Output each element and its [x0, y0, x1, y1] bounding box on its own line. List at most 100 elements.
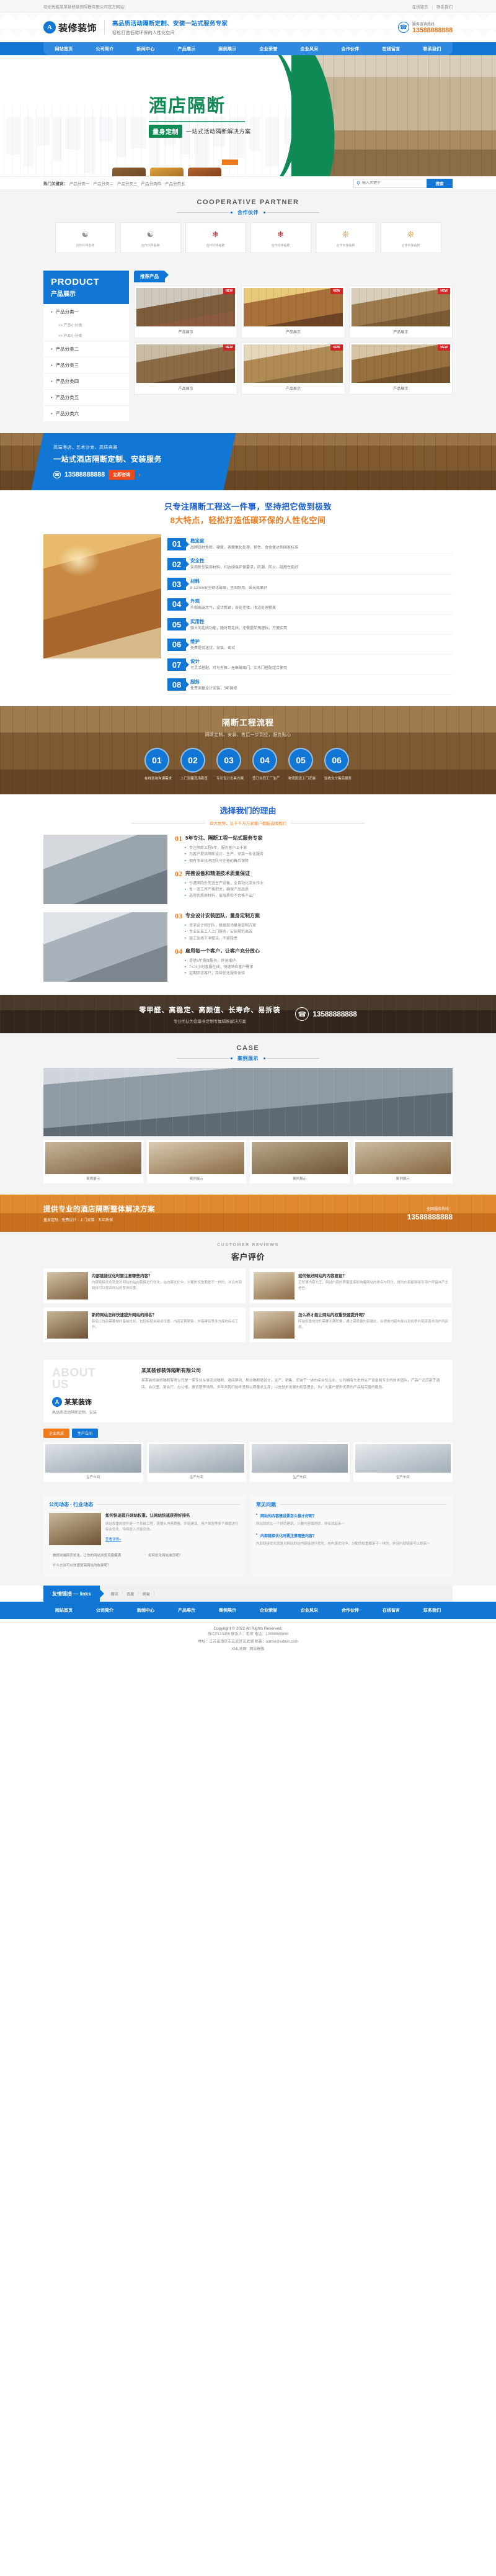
category-label[interactable]: 产品分类三	[43, 357, 129, 373]
hero-subtitle: 一站式活动隔断解决方案	[186, 128, 251, 135]
footer-nav-about[interactable]: 公司简介	[96, 1607, 113, 1613]
search-input[interactable]	[361, 181, 427, 185]
product-tab-recommended[interactable]: 推荐产品	[134, 271, 169, 282]
process-step[interactable]: 02 上门测量现场勘查	[180, 748, 208, 781]
friend-link-tencent[interactable]: 腾讯	[111, 1591, 118, 1597]
testimonial-image	[254, 1311, 294, 1339]
nav-item-about[interactable]: 公司简介	[95, 46, 113, 52]
faq-column-title: 常见问题	[256, 1502, 276, 1508]
why-point: 拥有专业技术团队与完善的售后保障	[185, 858, 453, 864]
partner-card[interactable]: ❊ 合作伙伴名称	[380, 222, 441, 253]
faq-question[interactable]: 内部链接优化时要注意哪些内容？	[256, 1533, 447, 1538]
footer-nav-message[interactable]: 在线留言	[383, 1607, 400, 1613]
category-label[interactable]: 产品分类四	[43, 374, 129, 389]
footer-nav-partners[interactable]: 合作伙伴	[342, 1607, 359, 1613]
feature-item: 05 实用性 强大的走线功能，随时可走线，无需提前预埋线，方便实用	[167, 615, 453, 635]
footer-nav-style[interactable]: 企业风采	[301, 1607, 318, 1613]
product-card[interactable]: NEW 产品展示	[134, 342, 238, 395]
feature-item: 08 服务 免费测量设计安装，5年保修	[167, 675, 453, 696]
product-category[interactable]: 产品分类三	[43, 357, 129, 374]
process-step[interactable]: 06 验收交付售后服务	[324, 748, 352, 781]
gallery-card[interactable]: 生产车间	[250, 1442, 350, 1483]
news-more-link[interactable]: 查看详情+	[105, 1537, 121, 1542]
case-card[interactable]: 案例展示	[353, 1140, 453, 1184]
product-category[interactable]: 产品分类一 >> 产品小分类 >> 产品小分类	[43, 304, 129, 341]
gallery-card[interactable]: 生产车间	[353, 1442, 453, 1483]
product-category[interactable]: 产品分类二	[43, 341, 129, 357]
nav-item-contact[interactable]: 联系我们	[423, 46, 441, 52]
subcategory-label[interactable]: >> 产品小分类	[43, 320, 129, 330]
news-featured[interactable]: 如何快速提升网站权重，让网站快速获得好排名 网站权重的提升是一个系统工程，需要从…	[49, 1513, 240, 1546]
keyword-link-1[interactable]: 产品分类一	[69, 180, 90, 186]
process-step[interactable]: 04 签订合同工厂生产	[252, 748, 280, 781]
product-caption: 产品展示	[178, 331, 193, 334]
product-category[interactable]: 产品分类四	[43, 374, 129, 390]
keyword-link-3[interactable]: 产品分类三	[117, 180, 138, 186]
keyword-link-2[interactable]: 产品分类二	[94, 180, 114, 186]
testimonial-card[interactable]: 怎么样才能让网站的权重快速提升呢？ 网站权重的提升需要长期积累，通过高质量内容输…	[250, 1308, 452, 1343]
partner-card[interactable]: ☯ 合作伙伴名称	[55, 222, 116, 253]
case-card[interactable]: 案例展示	[250, 1140, 350, 1184]
faq-question[interactable]: 网站的内容建设要怎么做才好呢？	[256, 1513, 447, 1519]
process-step[interactable]: 03 专业设计出具方案	[216, 748, 244, 781]
case-featured-image[interactable]	[43, 1068, 453, 1137]
about-tab-style[interactable]: 企业风采	[43, 1429, 70, 1438]
partner-card[interactable]: ☯ 合作伙伴名称	[120, 222, 181, 253]
search-field[interactable]: ⚲	[353, 178, 427, 188]
process-step[interactable]: 01 在线咨询沟通需求	[144, 748, 172, 781]
product-card[interactable]: NEW 产品展示	[348, 285, 453, 338]
product-category[interactable]: 产品分类六	[43, 406, 129, 422]
about-tab-workshop[interactable]: 生产车间	[72, 1429, 99, 1438]
process-step[interactable]: 05 物流配送上门安装	[288, 748, 316, 781]
product-card[interactable]: NEW 产品展示	[241, 285, 345, 338]
partner-card[interactable]: ❄ 合作伙伴名称	[185, 222, 246, 253]
subcategory-label[interactable]: >> 产品小分类	[43, 330, 129, 341]
footer-nav-contact[interactable]: 联系我们	[423, 1607, 441, 1613]
news-link[interactable]: 如何优化网站单页呢？	[144, 1550, 240, 1560]
footer-nav-cases[interactable]: 案例展示	[219, 1607, 236, 1613]
footer-nav-honors[interactable]: 企业荣誉	[260, 1607, 277, 1613]
case-card[interactable]: 案例展示	[43, 1140, 143, 1184]
friend-link-baidu[interactable]: 百度	[126, 1591, 134, 1597]
gallery-card[interactable]: 生产车间	[146, 1442, 246, 1483]
keyword-link-4[interactable]: 产品分类四	[141, 180, 162, 186]
case-card[interactable]: 案例展示	[146, 1140, 246, 1184]
news-link[interactable]: 什么方法可以快速提高网站的收录呢？	[49, 1560, 144, 1570]
nav-item-message[interactable]: 在线留言	[382, 46, 400, 52]
footer-xml-map-link[interactable]: XML地图	[231, 1648, 246, 1651]
category-label[interactable]: 产品分类二	[43, 341, 129, 357]
nav-item-home[interactable]: 网站首页	[55, 46, 73, 52]
topbar-link-message[interactable]: 在线留言	[412, 5, 428, 9]
logo[interactable]: A 装修装饰	[43, 21, 97, 34]
nav-item-style[interactable]: 企业风采	[300, 46, 318, 52]
partner-card[interactable]: ❄ 合作伙伴名称	[250, 222, 311, 253]
nav-item-news[interactable]: 新闻中心	[136, 46, 154, 52]
category-label[interactable]: 产品分类五	[43, 390, 129, 405]
footer-template-link[interactable]: 网站模板	[250, 1648, 265, 1651]
testimonial-card[interactable]: 如何做好网站的内容建设？ 正所谓内容为王，网站内容的质量直接影响着网站的排名与转…	[250, 1268, 452, 1304]
keyword-link-5[interactable]: 产品分类五	[165, 180, 185, 186]
product-card[interactable]: NEW 产品展示	[241, 342, 345, 395]
partner-card[interactable]: ❊ 合作伙伴名称	[315, 222, 376, 253]
consult-now-button[interactable]: 立即咨询	[108, 470, 135, 480]
product-category[interactable]: 产品分类五	[43, 390, 129, 406]
nav-item-cases[interactable]: 案例展示	[218, 46, 236, 52]
footer-nav-products[interactable]: 产品展示	[178, 1607, 195, 1613]
topbar-link-contact[interactable]: 联系我们	[436, 5, 453, 9]
nav-item-products[interactable]: 产品展示	[177, 46, 195, 52]
category-label[interactable]: 产品分类一	[43, 304, 129, 320]
product-card[interactable]: NEW 产品展示	[348, 342, 453, 395]
friend-link-netease[interactable]: 网易	[143, 1591, 150, 1597]
testimonial-card[interactable]: 新的网站怎样快速提升网站的排名？ 新站上线后需要做好基础优化，包括标题关键词设置…	[43, 1308, 246, 1343]
nav-item-honors[interactable]: 企业荣誉	[259, 46, 277, 52]
hero-banner[interactable]: 酒店隔断 量身定制 一站式活动隔断解决方案	[0, 55, 496, 176]
search-button[interactable]: 搜索	[427, 178, 453, 188]
footer-nav-news[interactable]: 新闻中心	[137, 1607, 154, 1613]
news-link[interactable]: 做好前端网页优化，让你的网站浏览流量爆满	[49, 1550, 144, 1560]
testimonial-card[interactable]: 内部链接优化时要注意哪些内容？ 内部链接优化就是对网站的站内链接进行优化，在内链…	[43, 1268, 246, 1304]
footer-nav-home[interactable]: 网站首页	[55, 1607, 73, 1613]
nav-item-partners[interactable]: 合作伙伴	[341, 46, 359, 52]
gallery-card[interactable]: 生产车间	[43, 1442, 143, 1483]
product-card[interactable]: NEW 产品展示	[134, 285, 238, 338]
category-label[interactable]: 产品分类六	[43, 406, 129, 421]
